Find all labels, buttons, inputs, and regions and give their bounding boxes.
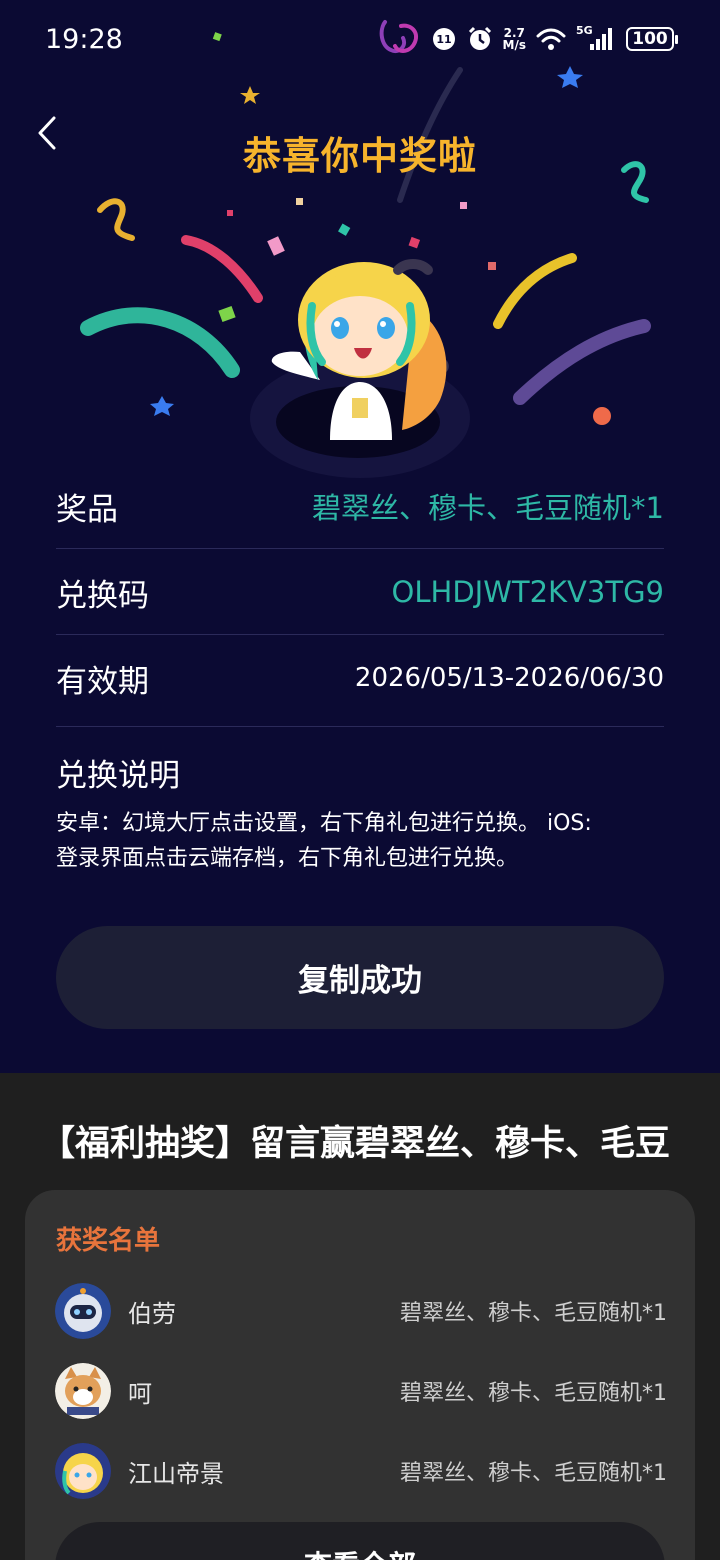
view-all-button[interactable]: 查看全部 <box>55 1522 665 1560</box>
instructions-text: 安卓：幻境大厅点击设置，右下角礼包进行兑换。 iOS: 登录界面点击云端存档，右… <box>56 806 664 876</box>
prize-info-section: 奖品 碧翠丝、穆卡、毛豆随机*1 兑换码 OLHDJWT2KV3TG9 有效期 … <box>56 0 664 900</box>
winner-name: 伯劳 <box>128 1299 176 1328</box>
lottery-section: 【福利抽奖】留言赢碧翠丝、穆卡、毛豆 获奖名单 伯劳 碧翠丝、穆卡、毛豆随机*1 <box>0 1073 720 1560</box>
divider <box>56 726 664 727</box>
winner-name: 江山帝景 <box>128 1459 224 1488</box>
winner-prize: 碧翠丝、穆卡、毛豆随机*1 <box>400 1301 667 1326</box>
prize-value: 碧翠丝、穆卡、毛豆随机*1 <box>312 491 664 525</box>
redeem-code-value[interactable]: OLHDJWT2KV3TG9 <box>392 575 664 609</box>
divider <box>56 548 664 549</box>
copy-success-button[interactable]: 复制成功 <box>56 926 664 1029</box>
redeem-code-row: 兑换码 OLHDJWT2KV3TG9 <box>56 568 664 616</box>
instructions-line: 安卓：幻境大厅点击设置，右下角礼包进行兑换。 iOS: <box>56 811 592 836</box>
avatar <box>55 1443 111 1499</box>
validity-label: 有效期 <box>56 663 149 700</box>
prize-row: 奖品 碧翠丝、穆卡、毛豆随机*1 <box>56 482 664 530</box>
winner-row[interactable]: 伯劳 碧翠丝、穆卡、毛豆随机*1 <box>55 1282 667 1340</box>
divider <box>56 634 664 635</box>
lottery-title: 【福利抽奖】留言赢碧翠丝、穆卡、毛豆 <box>40 1124 671 1164</box>
instructions-title: 兑换说明 <box>56 758 180 794</box>
prize-label: 奖品 <box>56 491 118 528</box>
redeem-code-label: 兑换码 <box>56 577 149 614</box>
winner-row[interactable]: 呵 碧翠丝、穆卡、毛豆随机*1 <box>55 1362 667 1420</box>
avatar <box>55 1283 111 1339</box>
validity-row: 有效期 2026/05/13-2026/06/30 <box>56 654 664 702</box>
winner-prize: 碧翠丝、穆卡、毛豆随机*1 <box>400 1461 667 1486</box>
winner-row[interactable]: 江山帝景 碧翠丝、穆卡、毛豆随机*1 <box>55 1442 667 1500</box>
avatar <box>55 1363 111 1419</box>
winner-prize: 碧翠丝、穆卡、毛豆随机*1 <box>400 1381 667 1406</box>
instructions-line: 登录界面点击云端存档，右下角礼包进行兑换。 <box>56 846 519 871</box>
winner-name: 呵 <box>128 1379 152 1408</box>
validity-value: 2026/05/13-2026/06/30 <box>354 663 664 693</box>
winners-heading: 获奖名单 <box>56 1226 161 1256</box>
winners-card: 获奖名单 伯劳 碧翠丝、穆卡、毛豆随机*1 呵 碧翠丝、穆卡、毛豆随机*1 江山… <box>25 1190 695 1560</box>
